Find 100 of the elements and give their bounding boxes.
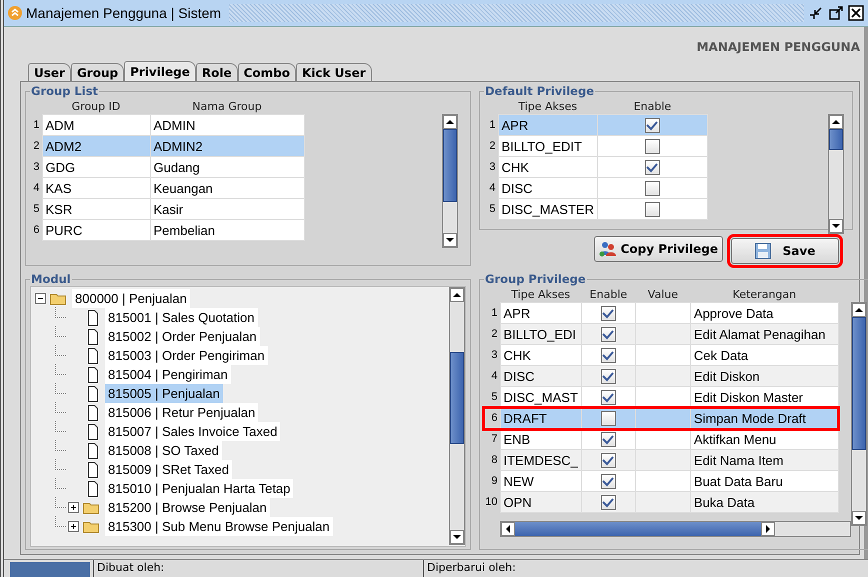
tab[interactable]: User (28, 63, 71, 81)
table-cell[interactable]: DISC_MASTER (498, 198, 598, 220)
table-cell[interactable]: BILLTO_EDIT (498, 136, 598, 156)
tree-item[interactable]: 815010 | Penjualan Harta Tetap (105, 479, 294, 498)
checkbox[interactable] (600, 411, 616, 426)
tree-item[interactable]: 815008 | SO Taxed (105, 441, 222, 460)
table-cell[interactable]: Simpan Mode Draft (690, 408, 838, 428)
table-cell[interactable]: Edit Diskon (690, 366, 838, 386)
table-cell[interactable]: CHK (498, 156, 598, 178)
table-cell[interactable]: Edit Nama Item (690, 450, 838, 470)
table-cell[interactable]: Buat Data Baru (690, 470, 838, 492)
checkbox[interactable] (600, 306, 616, 322)
folder-icon (83, 520, 101, 533)
column-header: Value (635, 286, 690, 302)
expander-icon[interactable] (35, 293, 46, 304)
table-cell[interactable]: GDG (42, 156, 150, 178)
table-cell[interactable]: Edit Diskon Master (690, 386, 838, 408)
table-cell[interactable]: DRAFT (500, 408, 582, 428)
created-by-label: Dibuat oleh: (93, 560, 423, 577)
table-cell[interactable]: ITEMDESC_ (500, 450, 582, 470)
table-cell[interactable]: NEW (500, 470, 582, 492)
table-cell[interactable]: Approve Data (690, 302, 838, 324)
table-cell[interactable]: Edit Alamat Penagihan (690, 324, 838, 344)
tree-item[interactable]: 815007 | Sales Invoice Taxed (105, 422, 280, 441)
folder-icon (50, 292, 68, 305)
panel-title: Default Privilege (484, 84, 595, 98)
table-cell[interactable]: BILLTO_EDI (500, 324, 582, 344)
column-header: Enable (581, 286, 636, 302)
copy-privilege-button[interactable]: Copy Privilege (594, 236, 723, 262)
expander-icon[interactable] (68, 521, 79, 532)
checkbox[interactable] (600, 474, 616, 490)
table-cell[interactable]: Buka Data (690, 492, 838, 512)
vertical-scrollbar[interactable] (851, 302, 867, 526)
tab[interactable]: Combo (238, 63, 296, 81)
checkbox[interactable] (600, 369, 616, 384)
minimize-icon[interactable] (808, 5, 824, 21)
table-cell[interactable]: Gudang (150, 156, 304, 178)
tree-item[interactable]: 815200 | Browse Penjualan (105, 498, 270, 517)
checkbox[interactable] (644, 181, 660, 196)
tab[interactable]: Kick User (296, 63, 372, 81)
table-cell[interactable]: Keuangan (150, 178, 304, 198)
panel-title: Group Privilege (484, 272, 587, 286)
vertical-scrollbar[interactable] (828, 114, 844, 234)
table-cell[interactable]: CHK (500, 344, 582, 366)
table-cell[interactable]: APR (500, 302, 582, 324)
table-cell[interactable]: ADM2 (42, 136, 150, 156)
close-icon[interactable] (848, 5, 864, 21)
horizontal-scrollbar[interactable] (500, 521, 851, 537)
people-icon (598, 241, 617, 257)
tab[interactable]: Role (196, 63, 238, 81)
checkbox[interactable] (644, 139, 660, 154)
checkbox[interactable] (644, 160, 660, 176)
table-cell[interactable]: KSR (42, 198, 150, 220)
column-header: Group ID (42, 98, 150, 114)
tree-item[interactable]: 815003 | Order Pengiriman (105, 346, 268, 365)
table-cell[interactable]: DISC (498, 178, 598, 198)
table-cell[interactable]: APR (498, 114, 598, 136)
checkbox[interactable] (644, 118, 660, 134)
tree-item[interactable]: 815009 | SRet Taxed (105, 460, 232, 479)
vertical-scrollbar[interactable] (449, 287, 465, 545)
row-number: 6 (484, 408, 500, 428)
column-header: Tipe Akses (498, 98, 598, 114)
table-cell[interactable]: Cek Data (690, 344, 838, 366)
tab[interactable]: Privilege (124, 61, 196, 81)
table-cell[interactable]: DISC_MAST (500, 386, 582, 408)
table-cell[interactable]: KAS (42, 178, 150, 198)
table-cell[interactable]: DISC (500, 366, 582, 386)
table-cell[interactable]: Kasir (150, 198, 304, 220)
tree-item[interactable]: 815004 | Pengiriman (105, 365, 231, 384)
panel-title: Group List (30, 84, 100, 98)
vertical-scrollbar[interactable] (442, 114, 458, 248)
tab[interactable]: Group (70, 63, 124, 81)
updated-by-label: Diperbarui oleh: (423, 560, 516, 577)
checkbox[interactable] (600, 495, 616, 510)
checkbox[interactable] (600, 432, 616, 448)
maximize-icon[interactable] (828, 5, 844, 21)
column-header: Enable (597, 98, 708, 114)
row-number: 10 (484, 492, 500, 512)
checkbox[interactable] (600, 327, 616, 342)
column-header: Tipe Akses (500, 286, 582, 302)
tree-item[interactable]: 815002 | Order Penjualan (105, 327, 260, 346)
expander-icon[interactable] (68, 502, 79, 513)
column-header: Keterangan (690, 286, 838, 302)
tree-item[interactable]: 815001 | Sales Quotation (105, 308, 258, 327)
tree-item[interactable]: 815006 | Retur Penjualan (105, 403, 258, 422)
table-cell[interactable]: Pembelian (150, 220, 304, 240)
tree-item[interactable]: 815300 | Sub Menu Browse Penjualan (105, 517, 333, 536)
table-cell[interactable]: ADM (42, 114, 150, 136)
table-cell[interactable]: ADMIN (150, 114, 304, 136)
checkbox[interactable] (600, 390, 616, 406)
tree-item[interactable]: 815005 | Penjualan (105, 384, 223, 403)
checkbox[interactable] (600, 348, 616, 364)
checkbox[interactable] (644, 202, 660, 218)
table-cell[interactable]: ADMIN2 (150, 136, 304, 156)
window-title: Manajemen Pengguna | Sistem (26, 5, 222, 21)
row-number: 5 (484, 386, 500, 408)
table-cell[interactable]: OPN (500, 492, 582, 512)
column-header: Nama Group (150, 98, 304, 114)
checkbox[interactable] (600, 453, 616, 468)
table-cell[interactable]: PURC (42, 220, 150, 240)
